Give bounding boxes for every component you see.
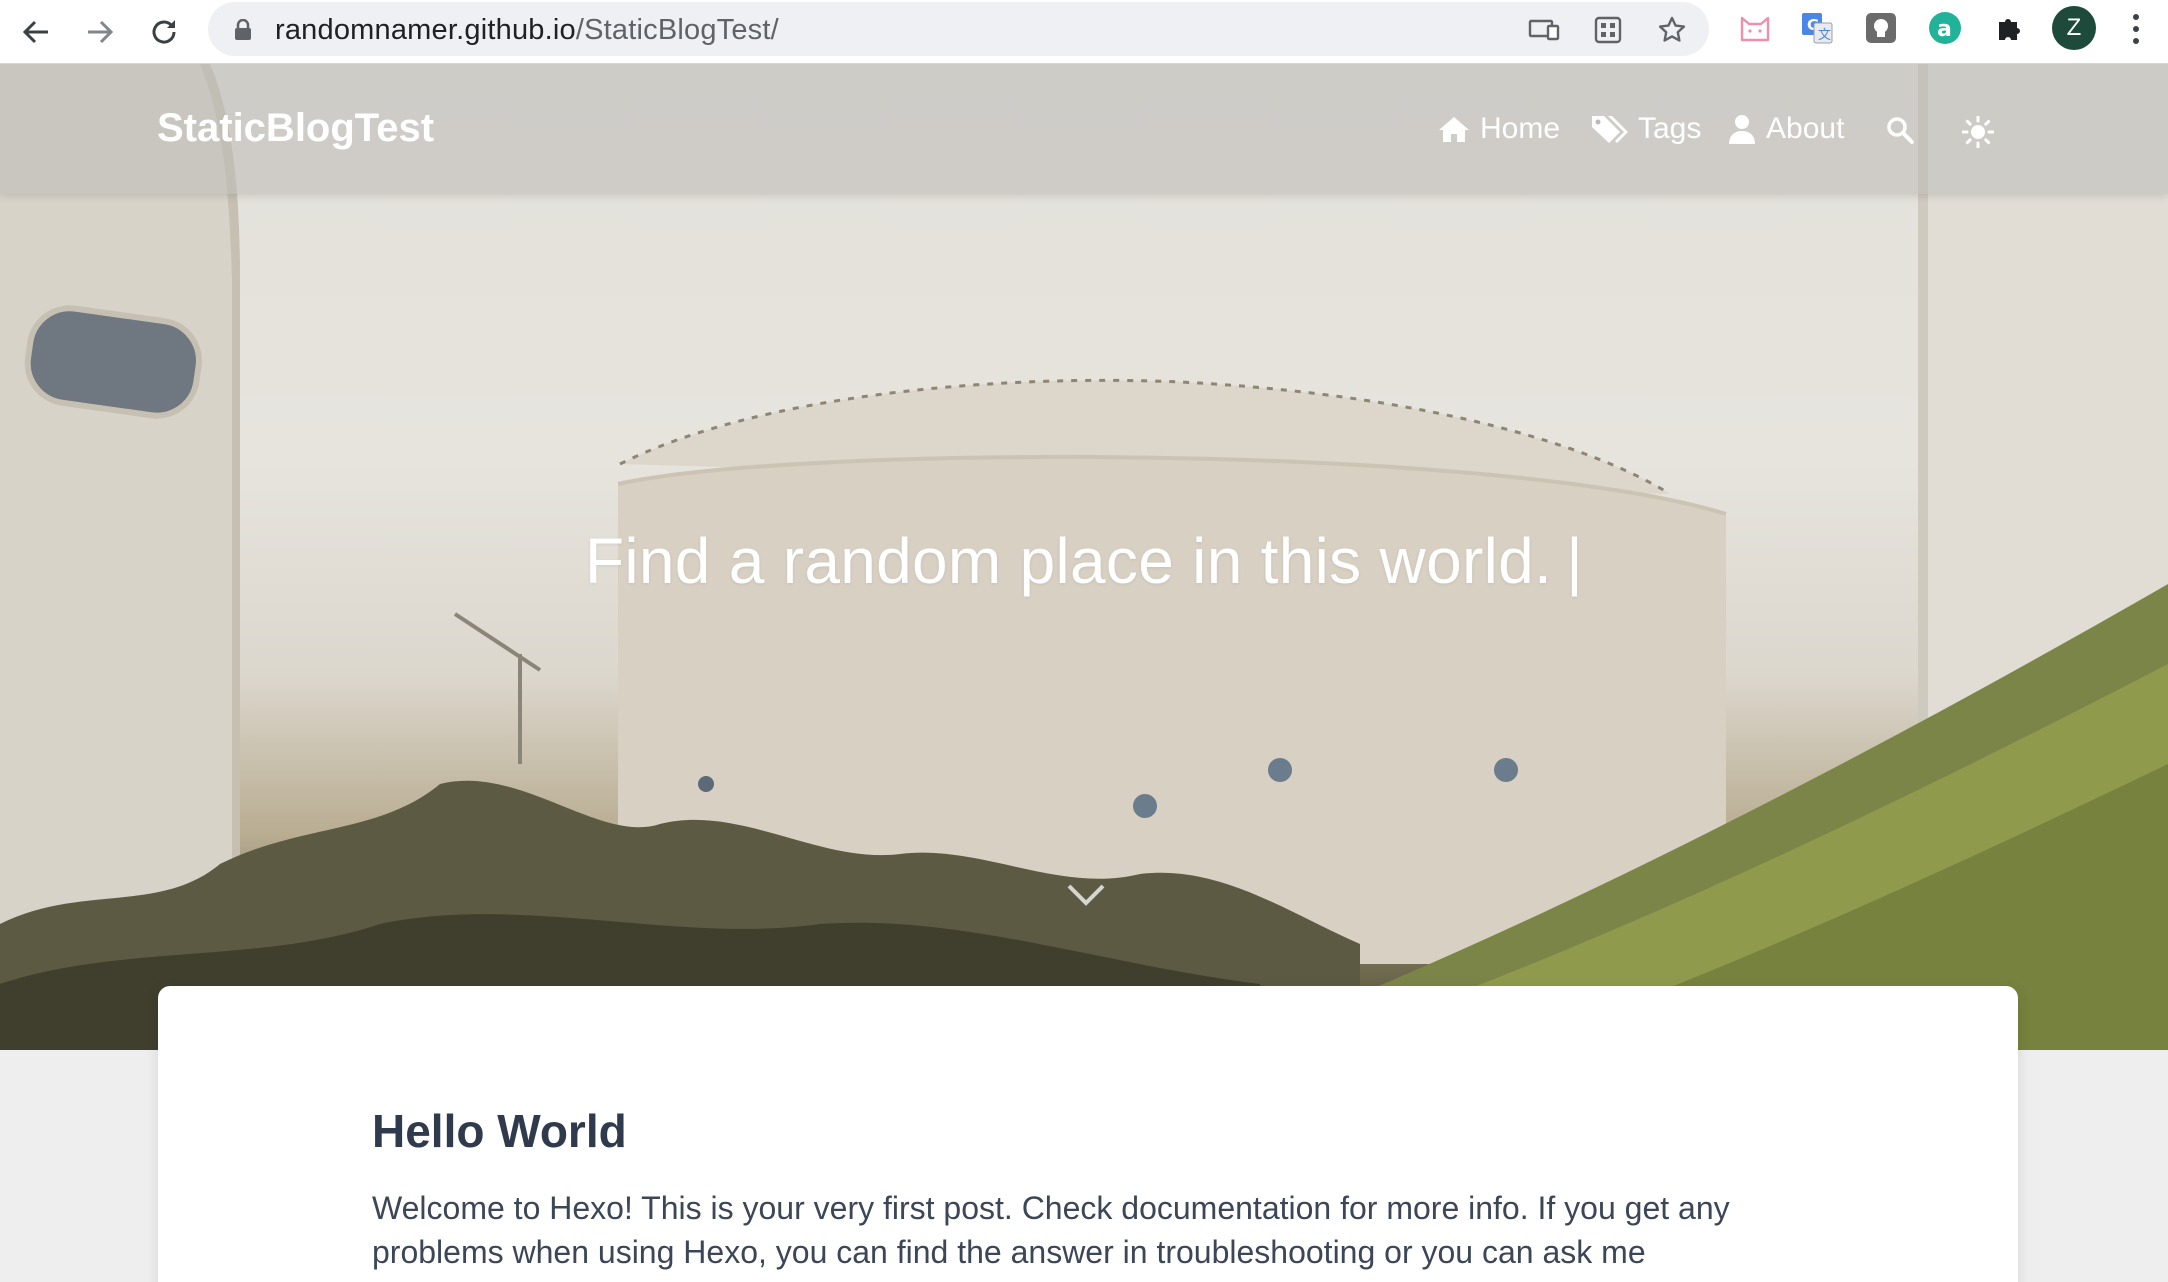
typing-caret: | — [1566, 525, 1584, 597]
reload-icon[interactable] — [140, 8, 188, 56]
svg-text:a: a — [1937, 17, 1952, 42]
lock-icon[interactable] — [234, 18, 252, 46]
search-icon[interactable] — [1886, 116, 1914, 149]
home-icon — [1438, 115, 1470, 143]
post-excerpt[interactable]: Welcome to Hexo! This is your very first… — [372, 1186, 1802, 1274]
hero-banner: StaticBlogTest Home Tags About Find a ra… — [0, 64, 2168, 1050]
url-text[interactable]: randomnamer.github.io/StaticBlogTest/ — [275, 14, 779, 47]
site-brand[interactable]: StaticBlogTest — [157, 106, 434, 151]
svg-text:文: 文 — [1818, 28, 1831, 43]
post-title[interactable]: Hello World — [372, 1104, 627, 1158]
back-icon[interactable] — [12, 8, 60, 56]
site-navbar: StaticBlogTest Home Tags About — [0, 64, 2168, 194]
cat-extension-icon[interactable] — [1736, 9, 1774, 47]
sun-icon[interactable] — [1961, 115, 1995, 153]
nav-tags-label: Tags — [1638, 112, 1702, 145]
nav-home-label: Home — [1480, 112, 1561, 145]
profile-avatar[interactable]: Z — [2052, 6, 2096, 50]
qr-code-icon[interactable] — [1592, 14, 1624, 46]
browser-toolbar: randomnamer.github.io/StaticBlogTest/ G文… — [0, 0, 2168, 64]
translate-extension-icon[interactable]: G文 — [1798, 9, 1836, 47]
puzzle-extensions-icon[interactable] — [1992, 9, 2030, 47]
user-icon — [1728, 114, 1756, 144]
cast-icon[interactable] — [1528, 14, 1560, 46]
green-a-extension-icon[interactable]: a — [1926, 9, 1964, 47]
nav-about-label: About — [1766, 112, 1845, 145]
grey-extension-icon[interactable] — [1862, 9, 1900, 47]
forward-icon[interactable] — [76, 8, 124, 56]
chevron-down-icon[interactable] — [1066, 882, 1106, 913]
nav-tags[interactable]: Tags — [1590, 112, 1701, 146]
nav-home[interactable]: Home — [1438, 112, 1560, 146]
post-card: Hello World Welcome to Hexo! This is you… — [158, 986, 2018, 1282]
nav-about[interactable]: About — [1728, 112, 1844, 146]
more-menu-icon[interactable] — [2122, 8, 2150, 50]
address-bar[interactable]: randomnamer.github.io/StaticBlogTest/ — [208, 2, 1709, 56]
hero-slogan: Find a random place in this world. | — [584, 525, 1584, 597]
bookmark-star-icon[interactable] — [1656, 14, 1688, 46]
tags-icon — [1590, 114, 1628, 144]
